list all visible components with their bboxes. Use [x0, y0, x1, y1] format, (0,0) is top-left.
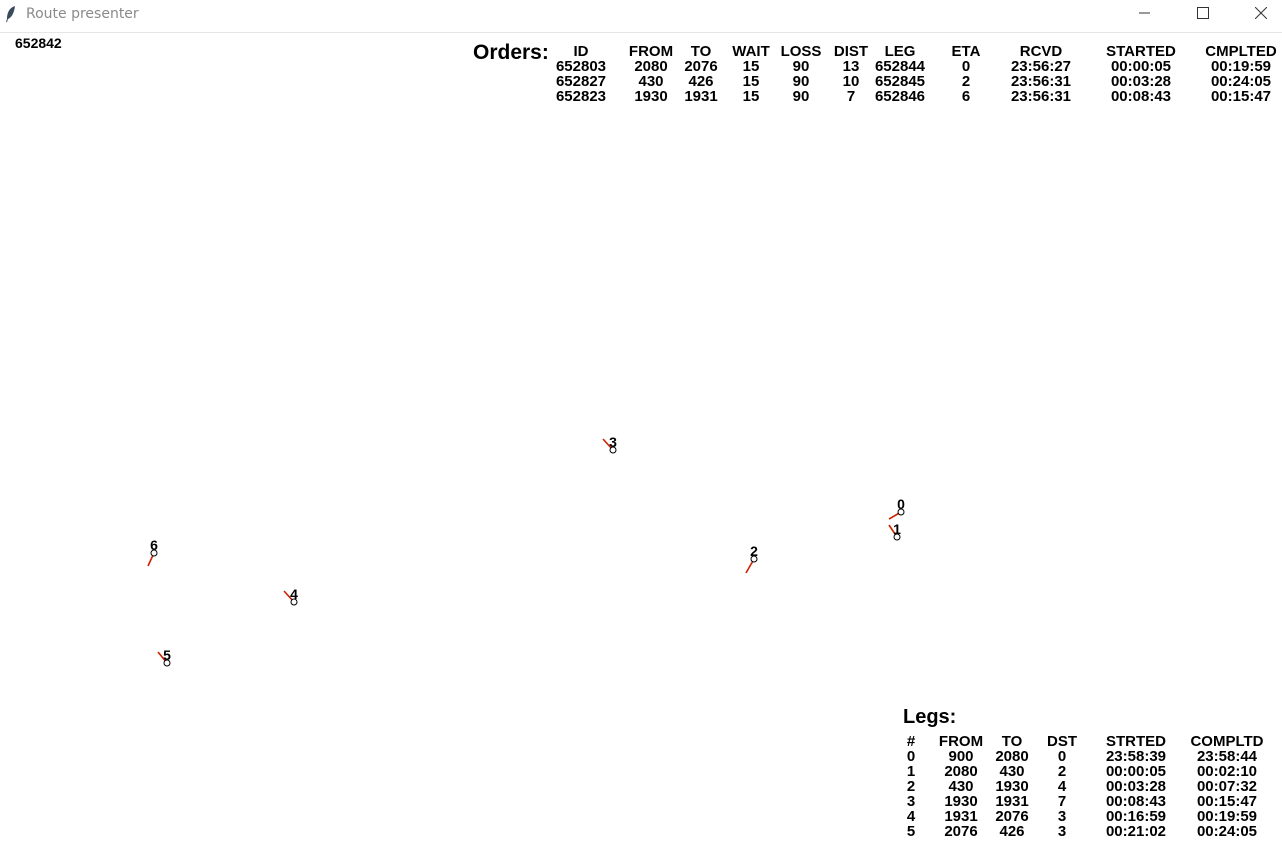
close-icon [1255, 7, 1267, 19]
feather-icon [6, 6, 15, 22]
node-label: 1 [893, 521, 901, 537]
node-label: 0 [897, 496, 905, 512]
window-title: Route presenter [26, 6, 139, 22]
map-node: 3 [602, 434, 617, 454]
route-canvas[interactable]: 652842 Orders: ID FROM TO WAIT LOSS DIST LEG ET… [0, 33, 1282, 840]
close-button[interactable] [1232, 0, 1282, 28]
node-label: 4 [290, 586, 298, 602]
route-map: 0 1 2 3 4 5 6 [147, 434, 905, 667]
map-node: 0 [888, 496, 905, 520]
node-label: 3 [609, 434, 617, 450]
maximize-button[interactable] [1174, 0, 1232, 28]
node-label: 2 [750, 543, 758, 559]
map-node: 1 [888, 521, 901, 541]
map-node: 2 [745, 543, 758, 574]
window-titlebar: Route presenter [0, 0, 1282, 33]
map-node: 4 [283, 586, 298, 606]
minimize-button[interactable] [1116, 0, 1174, 28]
node-label: 6 [150, 537, 158, 553]
minimize-icon [1139, 12, 1150, 14]
map-node: 5 [157, 647, 171, 667]
node-label: 5 [163, 647, 171, 663]
map-node: 6 [147, 537, 158, 567]
maximize-icon [1197, 7, 1209, 19]
